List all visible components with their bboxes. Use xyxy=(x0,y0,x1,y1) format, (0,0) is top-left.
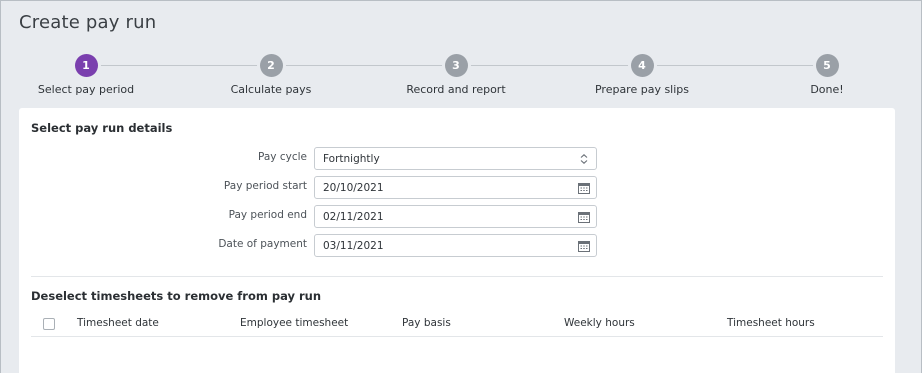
step-label: Done! xyxy=(810,83,844,96)
calendar-icon[interactable] xyxy=(578,240,590,252)
step-prepare-pay-slips[interactable]: 4 Prepare pay slips xyxy=(552,54,732,96)
step-number-badge: 2 xyxy=(259,54,283,77)
step-done[interactable]: 5 Done! xyxy=(737,54,917,96)
date-of-payment-input[interactable]: 03/11/2021 xyxy=(314,234,597,257)
calendar-icon[interactable] xyxy=(578,182,590,194)
step-record-and-report[interactable]: 3 Record and report xyxy=(366,54,546,96)
pay-cycle-label: Pay cycle xyxy=(258,151,307,163)
pay-run-details-card: Select pay run details Pay cycle Fortnig… xyxy=(19,108,895,373)
date-of-payment-row: Date of payment 03/11/2021 xyxy=(19,234,895,257)
timesheets-table-header: Timesheet date Employee timesheet Pay ba… xyxy=(31,311,883,337)
step-label: Select pay period xyxy=(37,83,135,96)
section-divider xyxy=(31,276,883,277)
column-header-employee-timesheet[interactable]: Employee timesheet xyxy=(240,317,348,329)
calendar-icon[interactable] xyxy=(578,211,590,223)
step-number-badge: 3 xyxy=(444,54,468,77)
up-down-chevron-icon xyxy=(580,154,588,164)
pay-cycle-select[interactable]: Fortnightly xyxy=(314,147,597,170)
step-label: Record and report xyxy=(406,83,506,96)
step-calculate-pays[interactable]: 2 Calculate pays xyxy=(181,54,361,96)
pay-period-start-label: Pay period start xyxy=(223,180,307,192)
pay-period-start-value: 20/10/2021 xyxy=(323,182,384,194)
timesheets-section-title: Deselect timesheets to remove from pay r… xyxy=(31,289,322,303)
step-number-badge: 1 xyxy=(74,54,98,77)
step-label: Prepare pay slips xyxy=(594,83,690,96)
pay-period-start-row: Pay period start 20/10/2021 xyxy=(19,176,895,199)
pay-period-start-input[interactable]: 20/10/2021 xyxy=(314,176,597,199)
pay-cycle-value: Fortnightly xyxy=(323,153,380,165)
column-header-timesheet-date[interactable]: Timesheet date xyxy=(77,317,159,329)
pay-cycle-row: Pay cycle Fortnightly xyxy=(19,147,895,170)
column-header-weekly-hours[interactable]: Weekly hours xyxy=(564,317,635,329)
step-select-pay-period[interactable]: 1 Select pay period xyxy=(0,54,176,96)
select-all-checkbox[interactable] xyxy=(43,318,55,330)
pay-period-end-row: Pay period end 02/11/2021 xyxy=(19,205,895,228)
column-header-pay-basis[interactable]: Pay basis xyxy=(402,317,451,329)
step-label: Calculate pays xyxy=(230,83,312,96)
pay-period-end-label: Pay period end xyxy=(228,209,307,221)
pay-period-end-value: 02/11/2021 xyxy=(323,211,384,223)
pay-period-end-input[interactable]: 02/11/2021 xyxy=(314,205,597,228)
pay-run-stepper: 1 Select pay period 2 Calculate pays 3 R… xyxy=(0,0,922,100)
step-number-badge: 4 xyxy=(630,54,654,77)
date-of-payment-label: Date of payment xyxy=(218,238,307,250)
column-header-timesheet-hours[interactable]: Timesheet hours xyxy=(727,317,815,329)
details-section-title: Select pay run details xyxy=(31,121,173,135)
step-number-badge: 5 xyxy=(815,54,839,77)
date-of-payment-value: 03/11/2021 xyxy=(323,240,384,252)
